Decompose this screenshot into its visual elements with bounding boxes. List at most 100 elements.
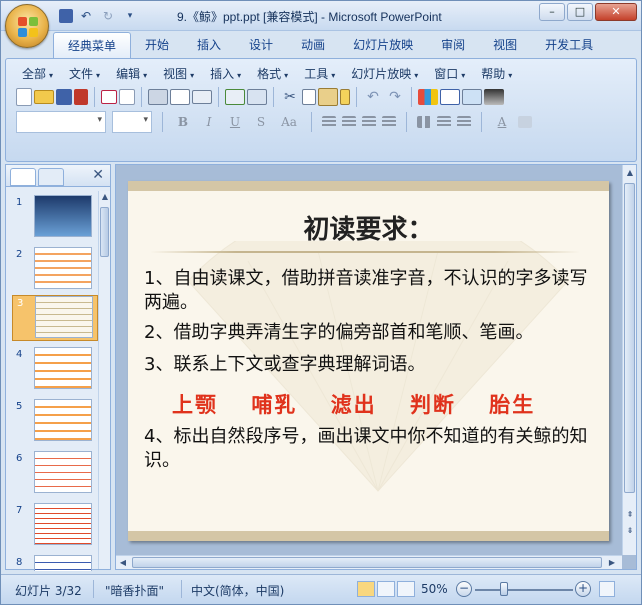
scroll-up-icon[interactable]: ▲ (99, 191, 111, 203)
color-grayscale-icon[interactable] (484, 89, 504, 105)
thumbnail-slide-4[interactable]: 4 (12, 347, 98, 393)
menu-file[interactable]: 文件 ▾ (63, 65, 110, 83)
customize-qat-icon[interactable]: ▾ (121, 7, 139, 25)
tab-view[interactable]: 视图 (479, 32, 531, 58)
maximize-button[interactable]: □ (567, 3, 593, 21)
language-indicator[interactable]: 中文(简体，中国) (191, 582, 284, 599)
scrollbar-thumb[interactable] (100, 207, 109, 257)
fit-to-window-icon[interactable] (599, 581, 615, 597)
save-icon[interactable] (59, 9, 73, 23)
thumbnail-scrollbar[interactable]: ▲ (98, 191, 110, 569)
font-name-select[interactable] (16, 111, 106, 133)
horizontal-scrollbar[interactable]: ◀ ▶ (116, 555, 622, 569)
bullets-icon[interactable] (437, 116, 451, 128)
send-mail-icon[interactable] (101, 90, 117, 104)
menu-slideshow[interactable]: 幻灯片放映 ▾ (345, 65, 428, 83)
insert-table-icon[interactable] (440, 89, 460, 105)
change-case-button[interactable]: Aa (277, 112, 301, 132)
columns-icon[interactable] (417, 116, 431, 128)
undo-icon[interactable]: ↶ (77, 7, 95, 25)
vertical-scrollbar[interactable]: ▲ ⇞ ⇟ (622, 165, 636, 555)
font-color-icon[interactable]: A (492, 112, 512, 132)
menu-tools[interactable]: 工具 ▾ (298, 65, 345, 83)
close-icon[interactable]: ✕ (92, 167, 104, 183)
format-painter-icon[interactable] (340, 89, 350, 105)
tab-home[interactable]: 开始 (131, 32, 183, 58)
underline-button[interactable]: U (225, 112, 245, 132)
theme-name[interactable]: "暗香扑面" (105, 582, 164, 599)
align-center-icon[interactable] (342, 116, 356, 128)
close-button[interactable]: ✕ (595, 3, 637, 21)
paste-icon[interactable] (318, 88, 338, 106)
menu-insert[interactable]: 插入 ▾ (204, 65, 251, 83)
justify-icon[interactable] (382, 116, 396, 128)
previous-slide-icon[interactable]: ⇞ (624, 509, 636, 521)
research-icon[interactable] (247, 89, 267, 105)
redo-icon[interactable]: ↷ (385, 87, 405, 107)
shadow-button[interactable]: S (251, 112, 271, 132)
fill-color-icon[interactable] (518, 116, 532, 128)
tab-review[interactable]: 审阅 (427, 32, 479, 58)
align-right-icon[interactable] (362, 116, 376, 128)
insert-chart-icon[interactable] (418, 89, 438, 105)
scrollbar-thumb[interactable] (624, 183, 635, 493)
thumbnail-slide-8[interactable]: 8 (12, 555, 98, 571)
formatting-toolbar: B I U S Aa A (16, 111, 532, 133)
slideshow-view-button[interactable] (397, 581, 415, 597)
tab-design[interactable]: 设计 (235, 32, 287, 58)
bold-button[interactable]: B (173, 112, 193, 132)
save-icon[interactable] (56, 89, 72, 105)
normal-view-button[interactable] (357, 581, 375, 597)
page-setup-icon[interactable] (192, 90, 212, 104)
scrollbar-thumb[interactable] (132, 557, 602, 568)
scroll-left-icon[interactable]: ◀ (117, 557, 129, 569)
scroll-up-icon[interactable]: ▲ (624, 167, 636, 179)
open-folder-icon[interactable] (34, 90, 54, 104)
tab-developer[interactable]: 开发工具 (531, 32, 607, 58)
menu-format[interactable]: 格式 ▾ (251, 65, 298, 83)
font-size-select[interactable] (112, 111, 152, 133)
italic-button[interactable]: I (199, 112, 219, 132)
tab-slideshow[interactable]: 幻灯片放映 (339, 32, 427, 58)
zoom-slider-handle[interactable] (500, 582, 509, 596)
tab-classic-menu[interactable]: 经典菜单 (53, 32, 132, 58)
menu-all[interactable]: 全部 ▾ (16, 65, 63, 83)
tab-insert[interactable]: 插入 (183, 32, 235, 58)
thumbnail-slide-5[interactable]: 5 (12, 399, 98, 445)
insert-picture-icon[interactable] (462, 89, 482, 105)
menu-view[interactable]: 视图 ▾ (157, 65, 204, 83)
copy-icon[interactable] (302, 89, 316, 105)
undo-icon[interactable]: ↶ (363, 87, 383, 107)
thumbnail-slide-3[interactable]: 3 (12, 295, 98, 341)
zoom-level[interactable]: 50% (421, 582, 448, 596)
numbering-icon[interactable] (457, 116, 471, 128)
thumbnail-slide-2[interactable]: 2 (12, 247, 98, 293)
menu-window[interactable]: 窗口 ▾ (428, 65, 475, 83)
spelling-icon[interactable] (225, 89, 245, 105)
print-preview-icon[interactable] (170, 89, 190, 105)
thumbnail-slide-6[interactable]: 6 (12, 451, 98, 497)
zoom-in-icon[interactable]: + (575, 581, 591, 597)
zoom-out-icon[interactable]: − (456, 581, 472, 597)
cut-icon[interactable]: ✂ (280, 87, 300, 107)
menu-help[interactable]: 帮助 ▾ (475, 65, 522, 83)
permission-icon[interactable] (74, 89, 88, 105)
next-slide-icon[interactable]: ⇟ (624, 525, 636, 537)
minimize-button[interactable]: – (539, 3, 565, 21)
align-left-icon[interactable] (322, 116, 336, 128)
slide-canvas[interactable]: 初读要求： 1、自由读课文，借助拼音读准字音，不认识的字多读写两遍。 2、借助字… (128, 181, 609, 541)
tab-outline[interactable] (38, 168, 64, 186)
zoom-slider[interactable] (475, 589, 573, 591)
office-button[interactable] (5, 4, 49, 48)
thumbnail-slide-1[interactable]: 1 (12, 195, 98, 241)
redo-icon[interactable]: ↻ (99, 7, 117, 25)
tab-slides[interactable] (10, 168, 36, 186)
scroll-right-icon[interactable]: ▶ (606, 557, 618, 569)
pdf-icon[interactable] (119, 89, 135, 105)
slide-sorter-view-button[interactable] (377, 581, 395, 597)
menu-edit[interactable]: 编辑 ▾ (110, 65, 157, 83)
print-icon[interactable] (148, 89, 168, 105)
tab-animation[interactable]: 动画 (287, 32, 339, 58)
thumbnail-slide-7[interactable]: 7 (12, 503, 98, 549)
new-file-icon[interactable] (16, 88, 32, 106)
